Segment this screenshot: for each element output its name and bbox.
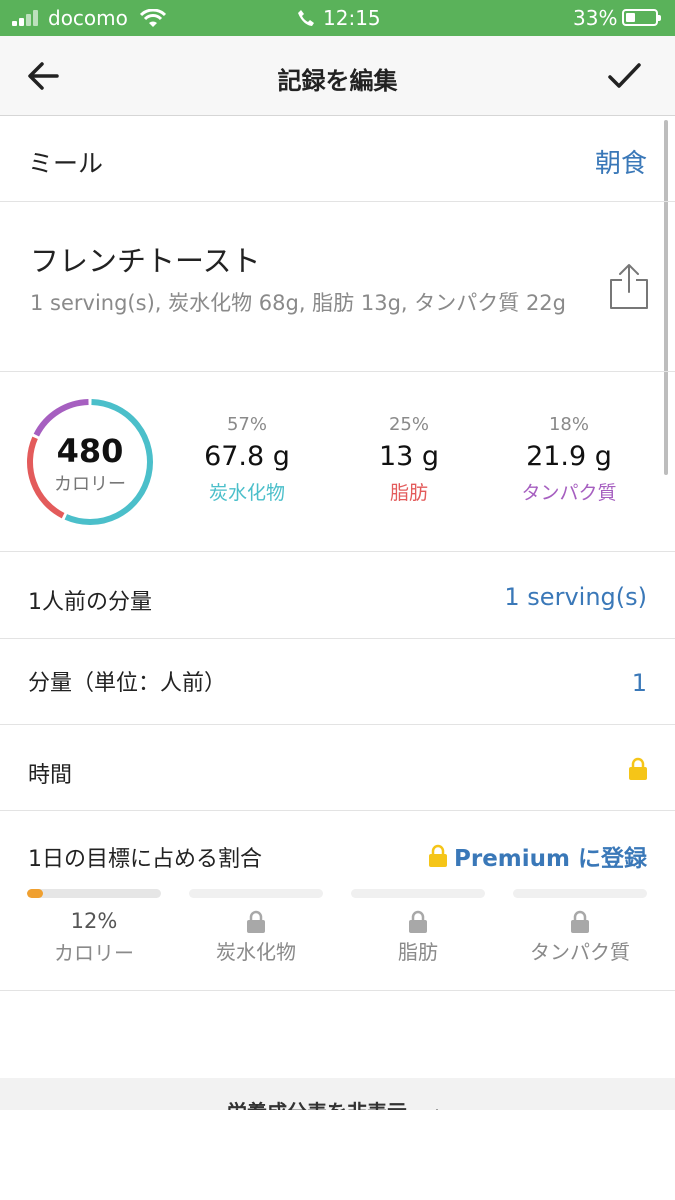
goal-name: タンパク質 [530, 940, 630, 964]
serving-size-label: 1人前の分量 [28, 590, 152, 615]
macro-pct: 18% [548, 414, 589, 435]
goal-name: カロリー [54, 941, 134, 965]
macro-fat: 25% 13 g 脂肪 [334, 414, 484, 505]
quantity-row[interactable]: 分量（単位：人前） 1 [0, 639, 675, 725]
goal-bar-calories [27, 889, 161, 898]
ring-segment-2 [33, 399, 89, 437]
time-label: 時間 [28, 763, 73, 788]
food-description: 1 serving(s), 炭水化物 68g, 脂肪 13g, タンパク質 22… [30, 291, 566, 315]
lock-icon [247, 910, 265, 933]
meal-row[interactable]: ミール 朝食 [0, 116, 675, 202]
wifi-icon [140, 9, 166, 27]
chevron-up-icon [435, 1109, 439, 1110]
lock-icon [629, 757, 647, 780]
macro-pct: 25% [388, 414, 429, 435]
macro-name: 脂肪 [389, 482, 428, 504]
serving-size-row[interactable]: 1人前の分量 1 serving(s) [0, 552, 675, 639]
nutrition-facts-toggle[interactable]: 栄養成分表を非表示 [0, 1078, 675, 1110]
goal-cell-fat: 脂肪 [351, 910, 485, 965]
macro-pct: 57% [226, 414, 267, 435]
battery-percent: 33% [573, 6, 618, 30]
serving-size-value[interactable]: 1 serving(s) [504, 583, 647, 611]
status-bar: docomo 12:15 33% [0, 0, 675, 36]
battery-icon [622, 9, 661, 26]
carrier-name: docomo [48, 6, 128, 30]
lock-icon [409, 910, 427, 933]
macro-protein: 18% 21.9 g タンパク質 [494, 414, 644, 505]
page-title: 記録を編集 [277, 67, 398, 95]
goal-name: 炭水化物 [216, 940, 296, 964]
checkmark-icon[interactable] [604, 58, 644, 94]
goal-pct: 12% [70, 909, 118, 933]
meal-value[interactable]: 朝食 [595, 143, 647, 180]
macro-value: 13 g [378, 441, 440, 472]
nutrition-facts-toggle-label: 栄養成分表を非表示 [227, 1100, 407, 1110]
daily-goal-label: 1日の目標に占める割合 [28, 847, 262, 872]
signal-icon [12, 10, 42, 26]
macro-value: 67.8 g [204, 441, 290, 472]
nav-bar: 記録を編集 [0, 36, 675, 116]
goal-cell-protein: タンパク質 [513, 910, 647, 965]
macro-value: 21.9 g [526, 441, 612, 472]
meal-label: ミール [28, 149, 104, 178]
phone-icon [298, 10, 314, 26]
calorie-label: カロリー [54, 474, 126, 495]
status-time: 12:15 [323, 6, 381, 30]
quantity-label: 分量（単位：人前） [28, 671, 227, 696]
goal-cell-carbs: 炭水化物 [189, 910, 323, 965]
time-row[interactable]: 時間 [0, 725, 675, 811]
premium-button[interactable]: Premium に登録 [428, 839, 647, 873]
lock-icon [429, 844, 447, 867]
goal-bar-protein [513, 889, 647, 898]
calorie-value: 480 [56, 432, 124, 470]
food-name: フレンチトースト [30, 244, 261, 278]
macro-name: タンパク質 [521, 482, 617, 504]
lock-icon [571, 910, 589, 933]
goal-bar-carbs [189, 889, 323, 898]
goal-bar-fat [351, 889, 485, 898]
premium-label: Premium に登録 [454, 846, 647, 872]
quantity-value[interactable]: 1 [632, 669, 647, 697]
goal-name: 脂肪 [398, 940, 438, 964]
goal-cell-calories: 12% カロリー [27, 909, 161, 966]
share-icon[interactable] [606, 262, 652, 312]
macro-name: 炭水化物 [208, 482, 285, 504]
macro-carbs: 57% 67.8 g 炭水化物 [172, 414, 322, 505]
